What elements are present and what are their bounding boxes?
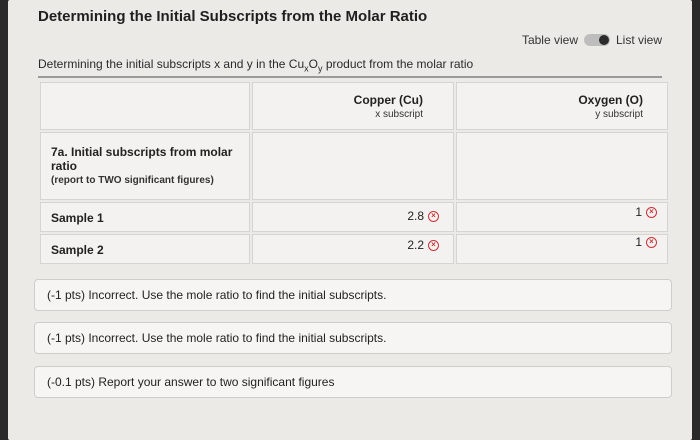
answer-value: 1 — [635, 205, 642, 219]
feedback-item: (-1 pts) Incorrect. Use the mole ratio t… — [34, 322, 672, 354]
feedback-item: (-0.1 pts) Report your answer to two sig… — [34, 366, 672, 398]
x-circle-icon: × — [646, 236, 657, 248]
data-table: Copper (Cu) x subscript Oxygen (O) y sub… — [40, 82, 668, 264]
caption-prefix: Determining the initial subscripts x and… — [38, 57, 305, 71]
column-header-oxygen: Oxygen (O) y subscript — [456, 82, 668, 130]
answer-cell-sample-1-cu[interactable]: 2.8 × — [252, 202, 454, 232]
section-label: 7a. Initial subscripts from molar ratio — [51, 145, 233, 173]
x-circle-icon: × — [428, 239, 439, 251]
answer-cell-sample-1-o[interactable]: 1 × — [456, 202, 668, 232]
column-name-oxygen: Oxygen (O) — [578, 93, 643, 107]
caption-mid: O — [308, 57, 318, 71]
corner-cell — [40, 82, 250, 130]
column-header-copper: Copper (Cu) x subscript — [252, 82, 454, 130]
page-title: Determining the Initial Subscripts from … — [38, 8, 428, 25]
column-name-copper: Copper (Cu) — [353, 93, 423, 107]
answer-value: 1 — [635, 235, 642, 249]
table-view-label[interactable]: Table view — [522, 33, 578, 47]
answer-cell-sample-2-o[interactable]: 1 × — [456, 234, 668, 264]
column-sub-copper: x subscript — [375, 109, 423, 120]
row-label-sample-1: Sample 1 — [40, 202, 250, 232]
divider — [38, 76, 662, 78]
row-label-sample-2: Sample 2 — [40, 234, 250, 264]
answer-value: 2.2 — [407, 238, 424, 252]
view-toggle-switch[interactable] — [583, 34, 610, 46]
section-blank-cell-oxygen — [456, 132, 668, 200]
x-circle-icon: × — [646, 206, 657, 218]
caption-suffix: product from the molar ratio — [322, 57, 474, 71]
section-blank-cell-copper — [252, 132, 454, 200]
answer-cell-sample-2-cu[interactable]: 2.2 × — [252, 234, 454, 264]
view-toggle[interactable]: Table view List view — [522, 33, 662, 47]
section-label-cell: 7a. Initial subscripts from molar ratio … — [40, 132, 250, 200]
x-circle-icon: × — [428, 210, 439, 222]
worksheet-screen: Determining the Initial Subscripts from … — [8, 0, 692, 440]
column-sub-oxygen: y subscript — [595, 109, 643, 120]
feedback-item: (-1 pts) Incorrect. Use the mole ratio t… — [34, 279, 672, 311]
table-caption: Determining the initial subscripts x and… — [38, 57, 473, 73]
list-view-label[interactable]: List view — [616, 33, 662, 47]
answer-value: 2.8 — [407, 209, 424, 223]
section-note: (report to TWO significant figures) — [51, 175, 214, 186]
